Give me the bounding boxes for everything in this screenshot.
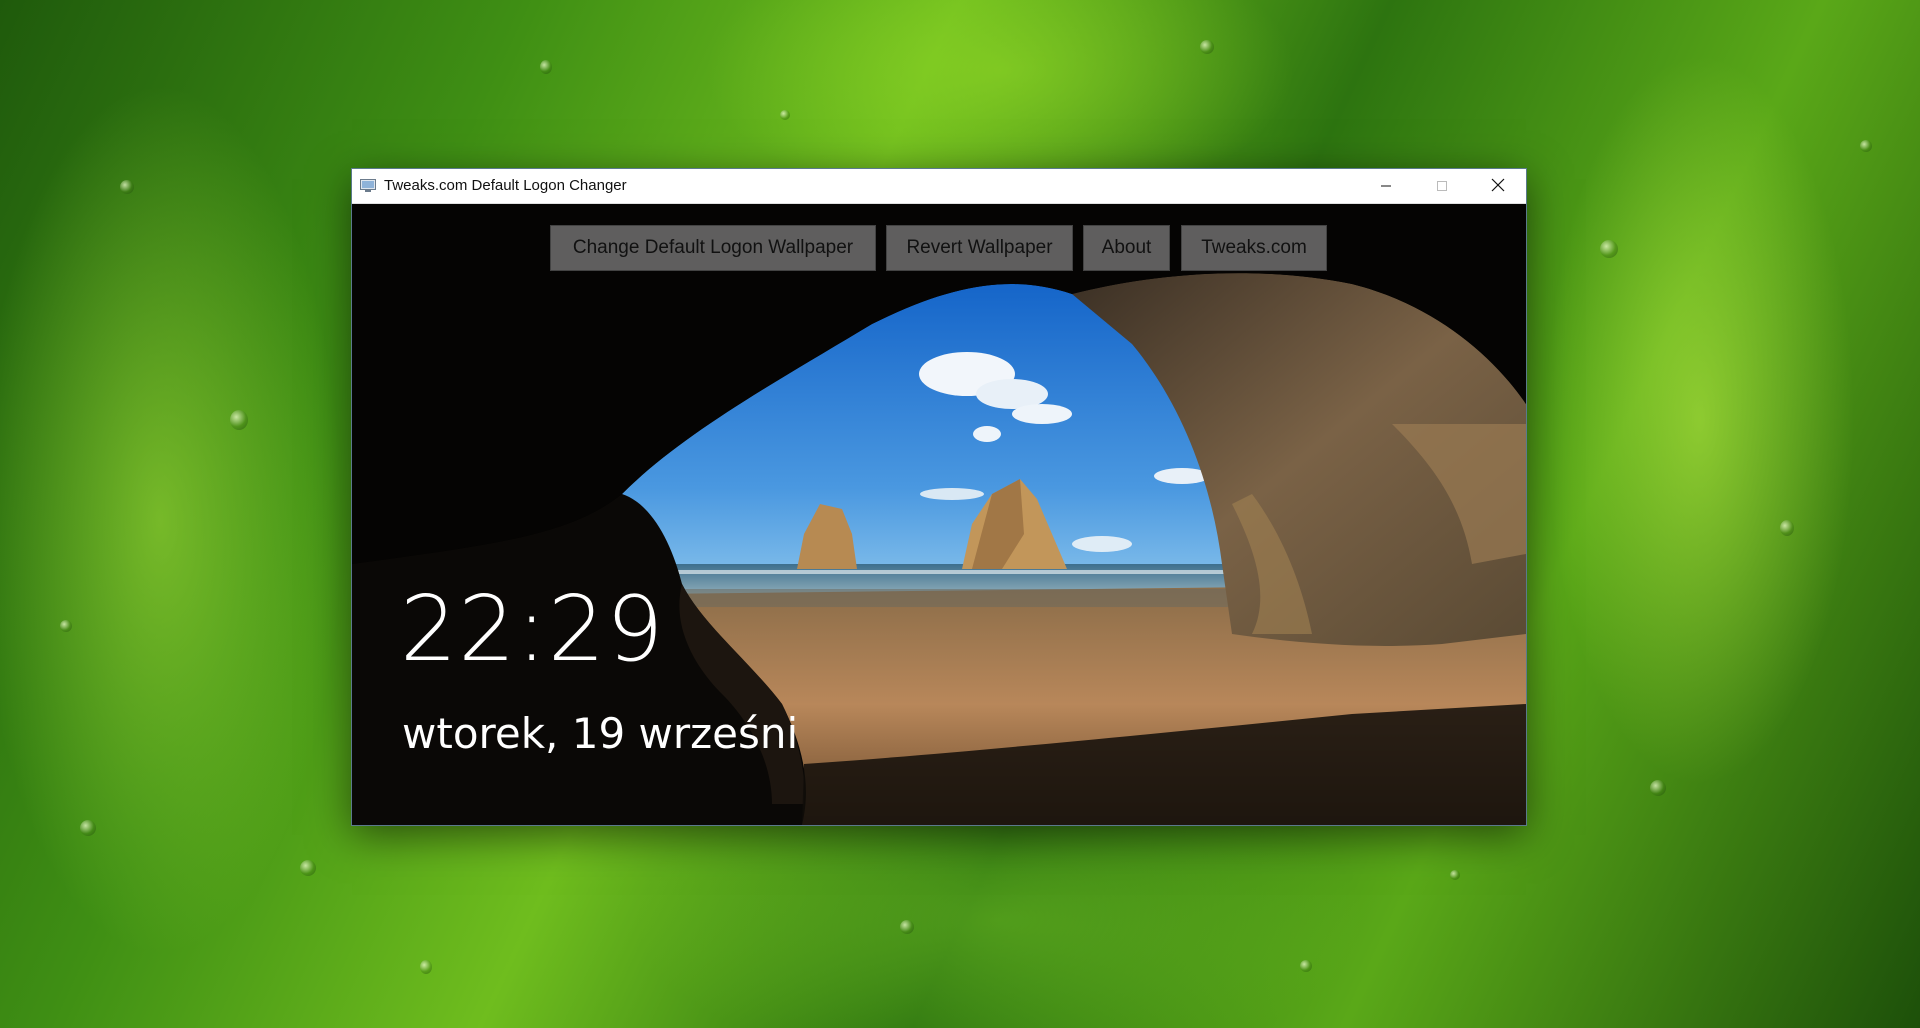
water-drop xyxy=(1860,140,1872,152)
lockscreen-date: wtorek, 19 wrześni xyxy=(402,709,799,758)
water-drop xyxy=(1300,960,1312,972)
water-drop xyxy=(230,410,248,430)
water-drop xyxy=(60,620,72,632)
maximize-button[interactable] xyxy=(1414,169,1470,203)
close-icon xyxy=(1491,177,1505,196)
minimize-button[interactable] xyxy=(1358,169,1414,203)
window-title: Tweaks.com Default Logon Changer xyxy=(384,177,627,194)
water-drop xyxy=(300,860,316,876)
water-drop xyxy=(900,920,914,934)
water-drop xyxy=(420,960,432,974)
minimize-icon xyxy=(1380,177,1392,196)
toolbar: Change Default Logon Wallpaper Revert Wa… xyxy=(352,225,1526,271)
change-default-logon-wallpaper-button[interactable]: Change Default Logon Wallpaper xyxy=(550,225,876,271)
water-drop xyxy=(1780,520,1794,536)
close-button[interactable] xyxy=(1470,169,1526,203)
tweaks-com-button[interactable]: Tweaks.com xyxy=(1181,225,1327,271)
lockscreen-time: 22:29 xyxy=(400,577,665,682)
water-drop xyxy=(1600,240,1618,258)
app-window: Tweaks.com Default Logon Changer Change … xyxy=(352,169,1526,825)
water-drop xyxy=(120,180,134,194)
revert-wallpaper-button[interactable]: Revert Wallpaper xyxy=(886,225,1073,271)
water-drop xyxy=(540,60,552,74)
maximize-icon xyxy=(1436,177,1448,196)
about-button[interactable]: About xyxy=(1083,225,1170,271)
wallpaper-preview: Change Default Logon Wallpaper Revert Wa… xyxy=(352,204,1526,825)
water-drop xyxy=(1200,40,1214,54)
app-icon xyxy=(360,178,376,192)
title-bar[interactable]: Tweaks.com Default Logon Changer xyxy=(352,169,1526,204)
water-drop xyxy=(780,110,790,120)
water-drop xyxy=(1450,870,1460,880)
water-drop xyxy=(1650,780,1666,796)
water-drop xyxy=(80,820,96,836)
